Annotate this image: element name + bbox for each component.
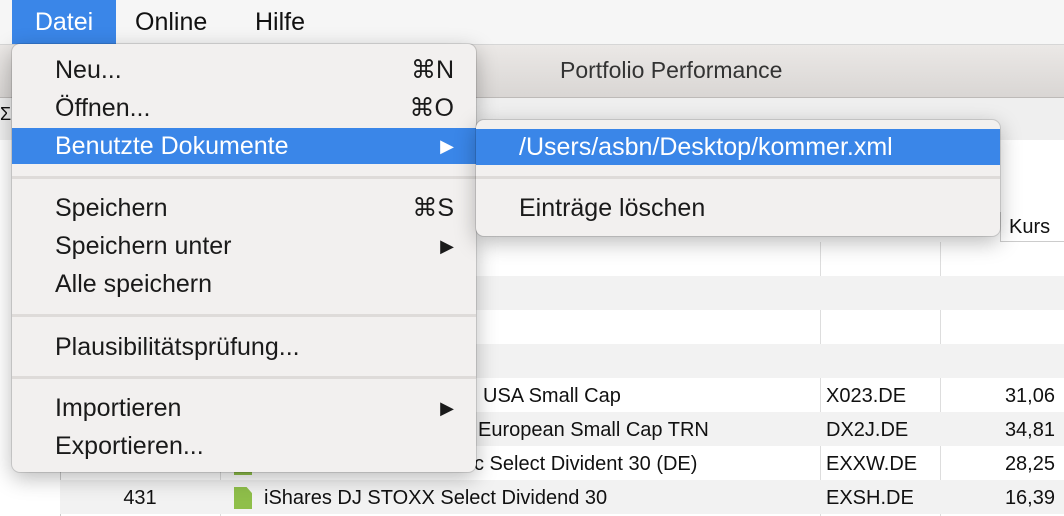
- menu-online[interactable]: Online: [135, 0, 207, 44]
- menu-item-label: Speichern unter: [55, 232, 232, 260]
- shortcut-label: ⌘N: [410, 56, 454, 84]
- security-name: USA Small Cap: [483, 385, 621, 407]
- menu-item-benutzte-dokumente[interactable]: Benutzte Dokumente ▶: [12, 128, 476, 164]
- security-name: iShares DJ STOXX Select Dividend 30: [264, 487, 608, 509]
- menu-item-label: Öffnen...: [55, 94, 151, 122]
- menu-item-speichern[interactable]: Speichern ⌘S: [12, 190, 476, 226]
- menu-separator: [476, 176, 1000, 179]
- security-price: 31,06: [1004, 385, 1055, 407]
- column-header-kurs[interactable]: Kurs: [1000, 212, 1064, 242]
- submenu-arrow-icon: ▶: [440, 398, 454, 418]
- menu-item-label: Neu...: [55, 56, 122, 84]
- security-symbol: EXXW.DE: [826, 453, 918, 475]
- submenu-arrow-icon: ▶: [440, 136, 454, 156]
- menu-separator: [12, 376, 476, 379]
- menu-item-plausibilitaetspruefung[interactable]: Plausibilitätsprüfung...: [12, 329, 476, 365]
- menu-item-neu[interactable]: Neu... ⌘N: [12, 52, 476, 88]
- file-menu: Neu... ⌘N Öffnen... ⌘O Benutzte Dokument…: [12, 44, 476, 472]
- shortcut-label: ⌘O: [409, 94, 454, 122]
- table-row[interactable]: 431 iShares DJ STOXX Select Dividend 30 …: [60, 481, 1064, 515]
- menu-item-label: Alle speichern: [55, 270, 213, 298]
- security-name: fic Select Divident 30 (DE): [464, 453, 698, 475]
- menu-datei[interactable]: Datei: [12, 0, 116, 44]
- menu-item-label: Speichern: [55, 194, 168, 222]
- security-symbol: EXSH.DE: [826, 487, 914, 509]
- shortcut-label: ⌘S: [412, 194, 454, 222]
- security-symbol: DX2J.DE: [826, 419, 909, 441]
- menu-hilfe[interactable]: Hilfe: [255, 0, 305, 44]
- menu-item-alle-speichern[interactable]: Alle speichern: [12, 266, 476, 302]
- menu-bar: Datei Online Hilfe: [0, 0, 1064, 45]
- menu-item-importieren[interactable]: Importieren ▶: [12, 390, 476, 426]
- menu-item-exportieren[interactable]: Exportieren...: [12, 428, 476, 464]
- window-title: Portfolio Performance: [560, 57, 783, 83]
- menu-item-speichern-unter[interactable]: Speichern unter ▶: [12, 228, 476, 264]
- security-symbol: X023.DE: [826, 385, 907, 407]
- menu-item-oeffnen[interactable]: Öffnen... ⌘O: [12, 90, 476, 126]
- menu-separator: [12, 176, 476, 179]
- recent-documents-submenu: /Users/asbn/Desktop/kommer.xml Einträge …: [476, 120, 1000, 236]
- menu-item-label: Exportieren...: [55, 432, 204, 460]
- security-name: European Small Cap TRN: [478, 419, 709, 441]
- menu-item-label: Plausibilitätsprüfung...: [55, 333, 300, 361]
- security-price: 34,81: [1004, 419, 1055, 441]
- row-number: 431: [123, 487, 157, 509]
- submenu-arrow-icon: ▶: [440, 236, 454, 256]
- menu-separator: [12, 314, 476, 317]
- menu-item-label: Importieren: [55, 394, 182, 422]
- recent-document-item[interactable]: /Users/asbn/Desktop/kommer.xml: [476, 129, 1000, 165]
- clear-entries-item[interactable]: Einträge löschen: [476, 190, 1000, 226]
- document-icon: [234, 487, 252, 509]
- sigma-icon[interactable]: Σ: [0, 104, 11, 125]
- menu-item-label: Benutzte Dokumente: [55, 132, 289, 160]
- security-price: 28,25: [1004, 453, 1055, 475]
- security-price: 16,39: [1004, 487, 1055, 509]
